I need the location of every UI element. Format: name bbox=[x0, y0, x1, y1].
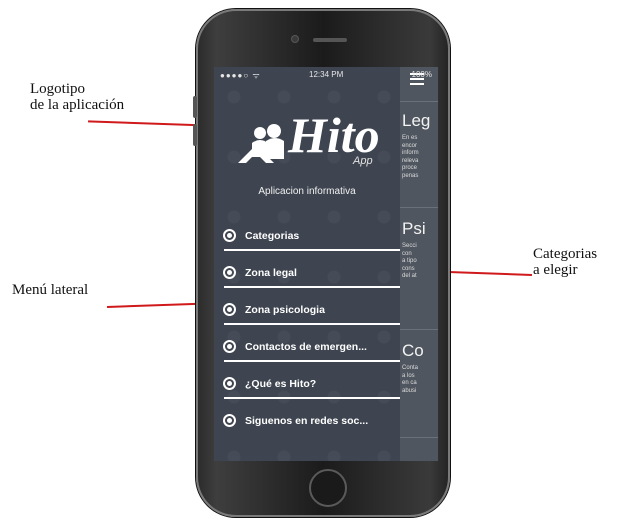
category-card-psicologia[interactable]: Psi Secci con a tipo cons del at bbox=[402, 219, 438, 281]
categories-annotation-line2: a elegir bbox=[533, 262, 578, 278]
app-logo: Hito App bbox=[236, 107, 380, 177]
card-text: Conta a los en ca abusi bbox=[402, 365, 419, 394]
volume-down-button bbox=[193, 124, 197, 146]
menu-item-zona-psicologia[interactable]: Zona psicologia bbox=[214, 291, 400, 328]
radio-icon bbox=[223, 340, 236, 353]
status-bar: ●●●●○ ᯤ 12:34 PM 100% bbox=[214, 67, 438, 81]
menu-item-label: Zona psicologia bbox=[245, 303, 325, 316]
menu-annotation: Menú lateral bbox=[12, 282, 89, 298]
speaker-grille bbox=[313, 38, 347, 42]
card-divider bbox=[400, 329, 438, 330]
menu-divider bbox=[224, 323, 400, 325]
category-card-contactos[interactable]: Co Conta a los en ca abusi bbox=[402, 341, 438, 395]
camera-icon bbox=[291, 35, 299, 43]
battery-indicator: 100% bbox=[411, 70, 432, 79]
side-menu: Categorias Zona legal Zona psicologia Co… bbox=[214, 217, 400, 439]
card-divider bbox=[400, 207, 438, 208]
phone-screen: Hito App Aplicacion informativa Categori… bbox=[214, 67, 438, 461]
people-logo-icon bbox=[238, 124, 284, 163]
menu-divider bbox=[224, 397, 400, 399]
menu-item-label: Categorias bbox=[245, 229, 300, 242]
logo-annotation-line2: de la aplicación bbox=[30, 97, 125, 113]
card-title: Psi bbox=[402, 219, 426, 238]
menu-item-categorias[interactable]: Categorias bbox=[214, 217, 400, 254]
card-title: Leg bbox=[402, 111, 431, 130]
side-menu-drawer: Hito App Aplicacion informativa Categori… bbox=[214, 67, 400, 461]
menu-item-label: Contactos de emergen... bbox=[245, 340, 367, 353]
main-content-peek: Leg En es encor inform releva proce pena… bbox=[400, 67, 438, 461]
logo-app-text: App bbox=[353, 155, 373, 167]
menu-item-zona-legal[interactable]: Zona legal bbox=[214, 254, 400, 291]
card-divider bbox=[400, 101, 438, 102]
app-subtitle: Aplicacion informativa bbox=[258, 186, 356, 197]
home-button[interactable] bbox=[309, 469, 347, 507]
menu-item-label: Siguenos en redes soc... bbox=[245, 414, 369, 427]
signal-indicator: ●●●●○ ᯤ bbox=[220, 71, 261, 80]
menu-item-que-es-hito[interactable]: ¿Qué es Hito? bbox=[214, 365, 400, 402]
radio-icon bbox=[223, 266, 236, 279]
logo-annotation-line1: Logotipo bbox=[30, 81, 85, 97]
category-card-legal[interactable]: Leg En es encor inform releva proce pena… bbox=[402, 111, 438, 180]
card-divider bbox=[400, 437, 438, 438]
volume-up-button bbox=[193, 96, 197, 118]
card-title: Co bbox=[402, 341, 424, 360]
card-text: En es encor inform releva proce penas bbox=[402, 135, 419, 179]
card-text: Secci con a tipo cons del at bbox=[402, 243, 417, 279]
radio-icon bbox=[223, 303, 236, 316]
radio-icon bbox=[223, 377, 236, 390]
logo-annotation: Logotipo de la aplicación bbox=[30, 81, 124, 113]
menu-item-label: ¿Qué es Hito? bbox=[245, 377, 317, 390]
menu-item-label: Zona legal bbox=[245, 266, 297, 279]
menu-divider bbox=[224, 249, 400, 251]
menu-item-contactos[interactable]: Contactos de emergen... bbox=[214, 328, 400, 365]
menu-item-redes-sociales[interactable]: Siguenos en redes soc... bbox=[214, 402, 400, 439]
menu-divider bbox=[224, 286, 400, 288]
status-time: 12:34 PM bbox=[309, 70, 344, 79]
menu-divider bbox=[224, 360, 400, 362]
radio-icon bbox=[223, 229, 236, 242]
categories-annotation-line1: Categorias bbox=[533, 246, 598, 262]
radio-icon bbox=[223, 414, 236, 427]
categories-annotation: Categorias a elegir bbox=[533, 246, 597, 278]
